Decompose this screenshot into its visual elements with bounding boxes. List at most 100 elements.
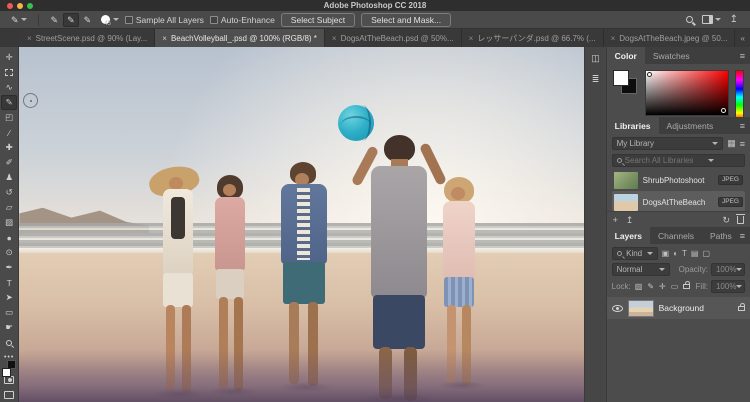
window-title: Adobe Photoshop CC 2018: [0, 0, 750, 11]
library-item-dogsatthebeach[interactable]: DogsAtTheBeach JPEG: [612, 191, 745, 211]
gradient-tool[interactable]: ▨: [1, 215, 17, 230]
properties-panel-icon[interactable]: ≣: [592, 74, 600, 85]
auto-enhance-option[interactable]: Auto-Enhance: [210, 15, 275, 25]
move-tool[interactable]: ✛: [1, 50, 17, 65]
layer-thumbnail[interactable]: [628, 300, 654, 317]
brush-tool[interactable]: ✐: [1, 155, 17, 170]
hue-slider[interactable]: [735, 70, 744, 122]
shape-tool[interactable]: ▭: [1, 305, 17, 320]
lock-artboard-icon[interactable]: ▭: [671, 282, 679, 291]
history-brush-tool[interactable]: ↺: [1, 185, 17, 200]
brush-size-picker[interactable]: 45: [101, 13, 119, 27]
file-type-badge: JPEG: [718, 197, 743, 207]
grid-view-icon[interactable]: ▦: [727, 138, 736, 149]
tab-streetscene[interactable]: × StreetScene.psd @ 90% (Lay...: [20, 29, 155, 47]
tab-close-icon[interactable]: ×: [469, 34, 474, 43]
tab-strip-right: «: [735, 29, 750, 47]
dodge-tool[interactable]: ⊙: [1, 245, 17, 260]
workspace-switcher[interactable]: [702, 15, 721, 24]
filter-group-layers-icon[interactable]: ▤: [691, 249, 699, 258]
select-and-mask-button[interactable]: Select and Mask...: [361, 13, 451, 27]
quick-selection-tool[interactable]: ✎: [1, 95, 17, 110]
filter-adjustment-layers-icon[interactable]: ◐: [673, 249, 678, 258]
pen-tool[interactable]: ✒: [1, 260, 17, 275]
fill-select[interactable]: 100%: [711, 280, 745, 293]
tab-swatches[interactable]: Swatches: [645, 47, 698, 64]
sample-all-layers-checkbox[interactable]: [125, 16, 133, 24]
tab-channels[interactable]: Channels: [650, 227, 702, 244]
tab-close-icon[interactable]: ×: [27, 34, 32, 43]
filter-kind-select[interactable]: Kind: [612, 247, 658, 260]
zoom-tool[interactable]: [1, 335, 17, 350]
add-to-selection-button[interactable]: ✎: [63, 13, 79, 27]
delete-icon[interactable]: [737, 216, 744, 224]
search-icon[interactable]: [686, 16, 693, 23]
select-subject-button[interactable]: Select Subject: [281, 13, 355, 27]
healing-brush-tool[interactable]: ✚: [1, 140, 17, 155]
share-icon[interactable]: ↥: [730, 15, 738, 25]
saturation-brightness-map[interactable]: [645, 70, 729, 116]
panel-menu-icon[interactable]: ≡: [740, 117, 750, 134]
tool-preset-picker[interactable]: ✎: [8, 14, 30, 26]
crop-tool[interactable]: ◰: [1, 110, 17, 125]
type-tool[interactable]: T: [1, 275, 17, 290]
tab-beachvolleyball[interactable]: × BeachVolleyball_.psd @ 100% (RGB/8) *: [155, 29, 325, 47]
collapse-panels-icon[interactable]: «: [741, 34, 745, 43]
tab-close-icon[interactable]: ×: [162, 34, 167, 43]
foreground-background-swatches[interactable]: [2, 368, 16, 369]
tab-dogsatthebeach-psd[interactable]: × DogsAtTheBeach.psd @ 50%...: [325, 29, 462, 47]
lock-all-icon[interactable]: [683, 284, 690, 289]
layer-row-background[interactable]: Background: [607, 297, 750, 319]
opacity-select[interactable]: 100%: [711, 263, 745, 276]
library-select[interactable]: My Library: [612, 137, 724, 150]
eraser-tool[interactable]: ▱: [1, 200, 17, 215]
search-icon: [617, 251, 622, 256]
lasso-tool[interactable]: ∿: [1, 80, 17, 95]
filter-smart-objects-icon[interactable]: ▢: [702, 249, 710, 258]
library-search-field[interactable]: [612, 154, 745, 167]
marquee-tool[interactable]: [1, 65, 17, 80]
options-bar-right: ↥: [686, 15, 742, 25]
eyedropper-tool[interactable]: ∕: [1, 125, 17, 140]
tab-dogsatthebeach-jpeg[interactable]: × DogsAtTheBeach.jpeg @ 50...: [604, 29, 736, 47]
libraries-panel: Libraries Adjustments ≡ My Library ▦ ≡: [607, 117, 750, 227]
panel-menu-icon[interactable]: ≡: [740, 47, 750, 64]
filter-type-layers-icon[interactable]: T: [682, 249, 687, 258]
path-selection-tool[interactable]: ➤: [1, 290, 17, 305]
history-panel-icon[interactable]: ◫: [591, 53, 600, 64]
panel-menu-icon[interactable]: ≡: [740, 227, 750, 244]
titlebar: Adobe Photoshop CC 2018: [0, 0, 750, 11]
foreground-color-swatch[interactable]: [2, 368, 11, 377]
blur-tool[interactable]: ●: [1, 230, 17, 245]
import-icon[interactable]: ↥: [626, 215, 634, 225]
auto-enhance-checkbox[interactable]: [210, 16, 218, 24]
tab-adjustments[interactable]: Adjustments: [659, 117, 722, 134]
subtract-from-selection-button[interactable]: ✎: [80, 13, 96, 27]
blend-mode-select[interactable]: Normal: [612, 263, 670, 276]
lock-position-icon[interactable]: ✛: [659, 282, 666, 291]
foreground-color-swatch[interactable]: [613, 70, 629, 86]
layer-visibility-icon[interactable]: [612, 305, 623, 312]
tab-close-icon[interactable]: ×: [611, 34, 616, 43]
tab-paths[interactable]: Paths: [702, 227, 740, 244]
add-content-icon[interactable]: +: [613, 215, 618, 225]
sample-all-layers-option[interactable]: Sample All Layers: [125, 15, 204, 25]
list-view-icon[interactable]: ≡: [740, 139, 745, 149]
tab-lesserpanda[interactable]: × レッサーパンダ.psd @ 66.7% (...: [462, 29, 604, 47]
tab-libraries[interactable]: Libraries: [607, 117, 659, 134]
lock-transparency-icon[interactable]: ▨: [635, 282, 643, 291]
selection-mode-group: ✎ ✎ ✎: [47, 13, 96, 27]
document-canvas[interactable]: [19, 47, 584, 402]
tab-layers[interactable]: Layers: [607, 227, 650, 244]
sync-icon[interactable]: ↻: [722, 215, 730, 225]
hand-tool[interactable]: ☛: [1, 320, 17, 335]
tab-close-icon[interactable]: ×: [332, 34, 337, 43]
screen-mode-button[interactable]: [1, 387, 17, 402]
tab-color[interactable]: Color: [607, 47, 645, 64]
clone-stamp-tool[interactable]: ♟: [1, 170, 17, 185]
library-search-input[interactable]: [625, 156, 705, 165]
library-item-shrubphotoshoot[interactable]: ShrubPhotoshoot JPEG: [612, 169, 745, 191]
new-selection-button[interactable]: ✎: [47, 13, 63, 27]
filter-pixel-layers-icon[interactable]: ▣: [662, 249, 670, 258]
lock-pixels-icon[interactable]: ✎: [647, 282, 654, 291]
